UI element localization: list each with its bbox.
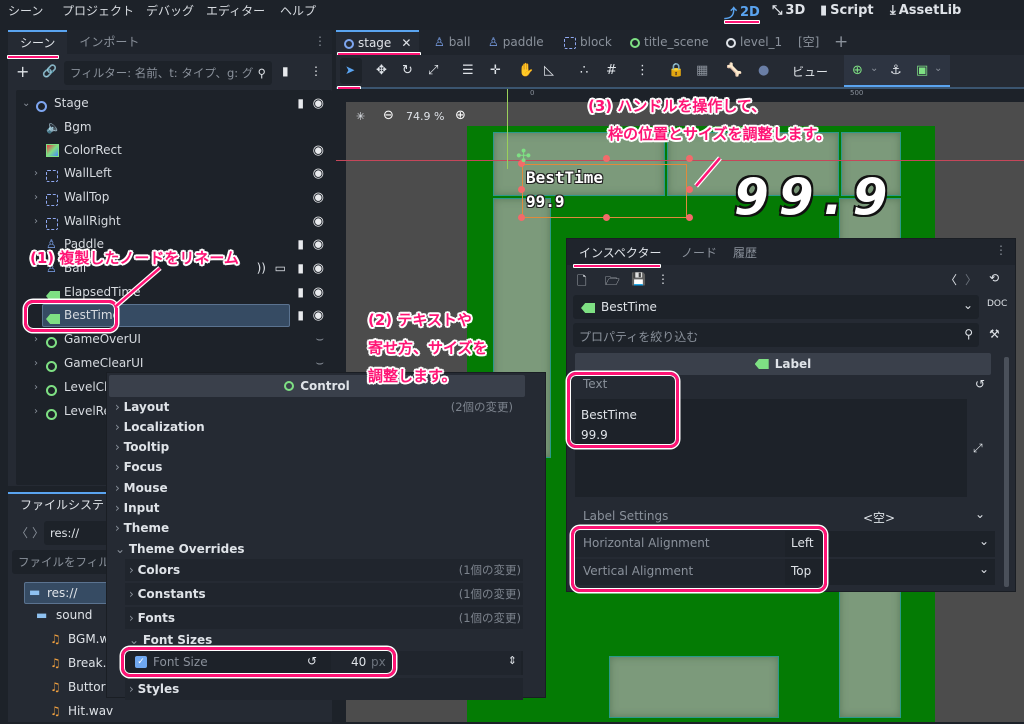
arrow-1 [115, 267, 161, 307]
annotation-2-line3: 調整します。 [368, 367, 457, 385]
annotation-1: (1) 複製したノードをリネーム [30, 249, 239, 267]
annotation-3-line2: 枠の位置とサイズを調整します。 [608, 125, 832, 143]
annotation-3-line1: (3) ハンドルを操作して、 [588, 97, 767, 115]
arrow-3 [695, 157, 721, 187]
annotation-2-line2: 寄せ方、サイズを [368, 339, 488, 357]
annotation-2-line1: (2) テキストや [368, 311, 472, 329]
annotation-arrows [114, 156, 722, 308]
